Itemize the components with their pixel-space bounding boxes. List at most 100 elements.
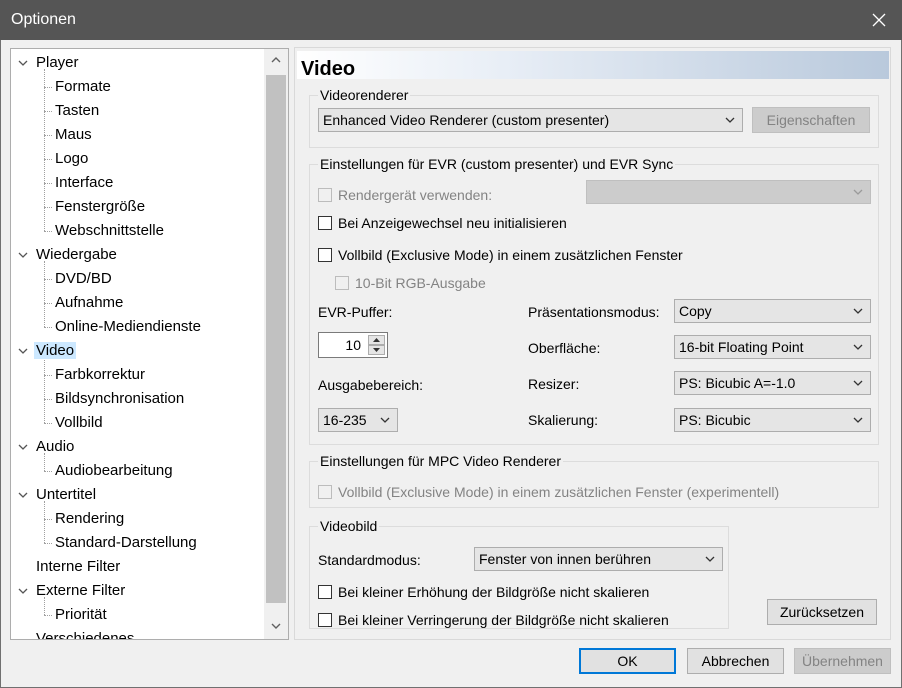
tree-item[interactable]: Farbkorrektur	[53, 364, 147, 386]
rgb10-checkbox[interactable]: 10-Bit RGB-Ausgabe	[335, 273, 486, 293]
tree-item[interactable]: Rendering	[53, 508, 126, 530]
tree-item[interactable]: Externe Filter	[34, 580, 127, 602]
surface-select[interactable]: 16-bit Floating Point	[674, 335, 871, 359]
checkbox-box	[335, 276, 349, 290]
resizer-select[interactable]: PS: Bicubic A=-1.0	[674, 371, 871, 395]
output-range-label: Ausgabebereich:	[318, 377, 424, 393]
tree-item[interactable]: Vollbild	[53, 412, 105, 434]
spin-down-button[interactable]	[368, 345, 385, 355]
tree-item-label: Logo	[55, 150, 89, 167]
ok-button[interactable]: OK	[579, 648, 676, 674]
tree-item[interactable]: Tasten	[53, 100, 101, 122]
tree-item[interactable]: Audio	[34, 436, 76, 458]
tree-item[interactable]: Formate	[53, 76, 113, 98]
tree-item-label: DVD/BD	[55, 270, 112, 287]
tree-item[interactable]: Maus	[53, 124, 94, 146]
tree-item-label: Wiedergabe	[36, 246, 117, 263]
tree-item[interactable]: Logo	[53, 148, 90, 170]
presentation-mode-select[interactable]: Copy	[674, 299, 871, 323]
tree-item-label: Externe Filter	[36, 582, 126, 599]
tree-connector-line	[44, 519, 52, 520]
videorenderer-group: Videorenderer Enhanced Video Renderer (c…	[309, 87, 879, 148]
checkbox-box	[318, 613, 332, 627]
apply-button[interactable]: Übernehmen	[794, 648, 891, 674]
tree-item[interactable]: Interne Filter	[34, 556, 122, 578]
tree-item-label: Interne Filter	[36, 558, 121, 575]
spin-up-button[interactable]	[368, 335, 385, 345]
video-settings-panel: Video Videorenderer Enhanced Video Rende…	[294, 47, 891, 640]
scrollbar-thumb[interactable]	[266, 75, 286, 603]
tree-item[interactable]: Wiedergabe	[34, 244, 119, 266]
checkbox-box	[318, 585, 332, 599]
tree-item[interactable]: Online-Mediendienste	[53, 316, 203, 338]
tree-item[interactable]: Standard-Darstellung	[53, 532, 199, 554]
reinit-checkbox[interactable]: Bei Anzeigewechsel neu initialisieren	[318, 213, 567, 233]
mpc-fullscreen-checkbox[interactable]: Vollbild (Exclusive Mode) in einem zusät…	[318, 482, 779, 502]
tree-item[interactable]: Aufnahme	[53, 292, 125, 314]
tree-item[interactable]: Video	[34, 340, 77, 362]
tree-item-label: Formate	[55, 78, 111, 95]
scaling-value: PS: Bicubic	[679, 412, 751, 428]
evr-settings-group: Einstellungen für EVR (custom presenter)…	[309, 156, 879, 445]
expand-chevron-icon[interactable]	[18, 490, 28, 500]
tree-item-label: Fenstergröße	[55, 198, 146, 215]
tree-item-label: Rendering	[55, 510, 125, 527]
chevron-down-icon	[853, 189, 863, 195]
tree-item[interactable]: Priorität	[53, 604, 109, 626]
expand-chevron-icon[interactable]	[18, 586, 28, 596]
tree-item-label: Verschiedenes	[36, 630, 135, 640]
tree-item[interactable]: Bildsynchronisation	[53, 388, 186, 410]
mpc-renderer-group: Einstellungen für MPC Video Renderer Vol…	[309, 453, 879, 508]
output-range-select[interactable]: 16-235	[318, 408, 398, 432]
tree-scrollbar[interactable]	[264, 49, 288, 639]
checkbox-box	[318, 485, 332, 499]
tree-item[interactable]: Untertitel	[34, 484, 98, 506]
tree-connector-line	[44, 135, 52, 136]
reset-button[interactable]: Zurücksetzen	[767, 599, 877, 625]
checkbox-label: Vollbild (Exclusive Mode) in einem zusät…	[338, 247, 683, 263]
tree-connector-line	[44, 423, 52, 424]
expand-chevron-icon[interactable]	[18, 346, 28, 356]
render-device-select[interactable]	[586, 180, 871, 204]
surface-value: 16-bit Floating Point	[679, 339, 804, 355]
renderer-select[interactable]: Enhanced Video Renderer (custom presente…	[318, 108, 743, 132]
properties-button[interactable]: Eigenschaften	[752, 107, 870, 133]
triangle-down-icon	[373, 348, 380, 352]
renderer-select-value: Enhanced Video Renderer (custom presente…	[323, 112, 610, 128]
no-scale-decrease-checkbox[interactable]: Bei kleiner Verringerung der Bildgröße n…	[318, 610, 669, 630]
options-tree: Player Formate Tasten Maus Logo Interface Fens…	[10, 48, 289, 640]
render-device-checkbox[interactable]: Rendergerät verwenden:	[318, 185, 492, 205]
expand-chevron-icon[interactable]	[18, 442, 28, 452]
checkbox-label: Bei Anzeigewechsel neu initialisieren	[338, 215, 567, 231]
tree-item[interactable]: Fenstergröße	[53, 196, 147, 218]
tree-connector-line	[44, 327, 52, 328]
tree-item[interactable]: Webschnittstelle	[53, 220, 166, 242]
tree-item[interactable]: DVD/BD	[53, 268, 114, 290]
checkbox-box	[318, 248, 332, 262]
tree-item-label: Bildsynchronisation	[55, 390, 185, 407]
default-mode-select[interactable]: Fenster von innen berühren	[474, 547, 723, 571]
expand-chevron-icon[interactable]	[18, 250, 28, 260]
exclusive-fullscreen-checkbox[interactable]: Vollbild (Exclusive Mode) in einem zusät…	[318, 245, 683, 265]
tree-connector-line	[44, 111, 52, 112]
tree-item-label: Maus	[55, 126, 92, 143]
tree-item[interactable]: Interface	[53, 172, 115, 194]
tree-item[interactable]: Audiobearbeitung	[53, 460, 175, 482]
checkbox-box	[318, 216, 332, 230]
tree-connector-line	[44, 375, 52, 376]
close-button[interactable]	[856, 0, 902, 40]
scroll-up-button[interactable]	[264, 49, 288, 71]
tree-item[interactable]: Verschiedenes	[34, 628, 136, 640]
scaling-select[interactable]: PS: Bicubic	[674, 408, 871, 432]
scaling-label: Skalierung:	[528, 412, 599, 428]
tree-item-label: Aufnahme	[55, 294, 124, 311]
tree-item-label: Audiobearbeitung	[55, 462, 173, 479]
tree-item[interactable]: Player	[34, 52, 81, 74]
tree-connector-line	[44, 501, 45, 543]
tree-item-label: Untertitel	[36, 486, 97, 503]
scroll-down-button[interactable]	[264, 615, 288, 637]
expand-chevron-icon[interactable]	[18, 58, 28, 68]
cancel-button[interactable]: Abbrechen	[687, 648, 784, 674]
no-scale-increase-checkbox[interactable]: Bei kleiner Erhöhung der Bildgröße nicht…	[318, 582, 649, 602]
evr-buffer-spinner[interactable]: 10	[318, 332, 388, 358]
